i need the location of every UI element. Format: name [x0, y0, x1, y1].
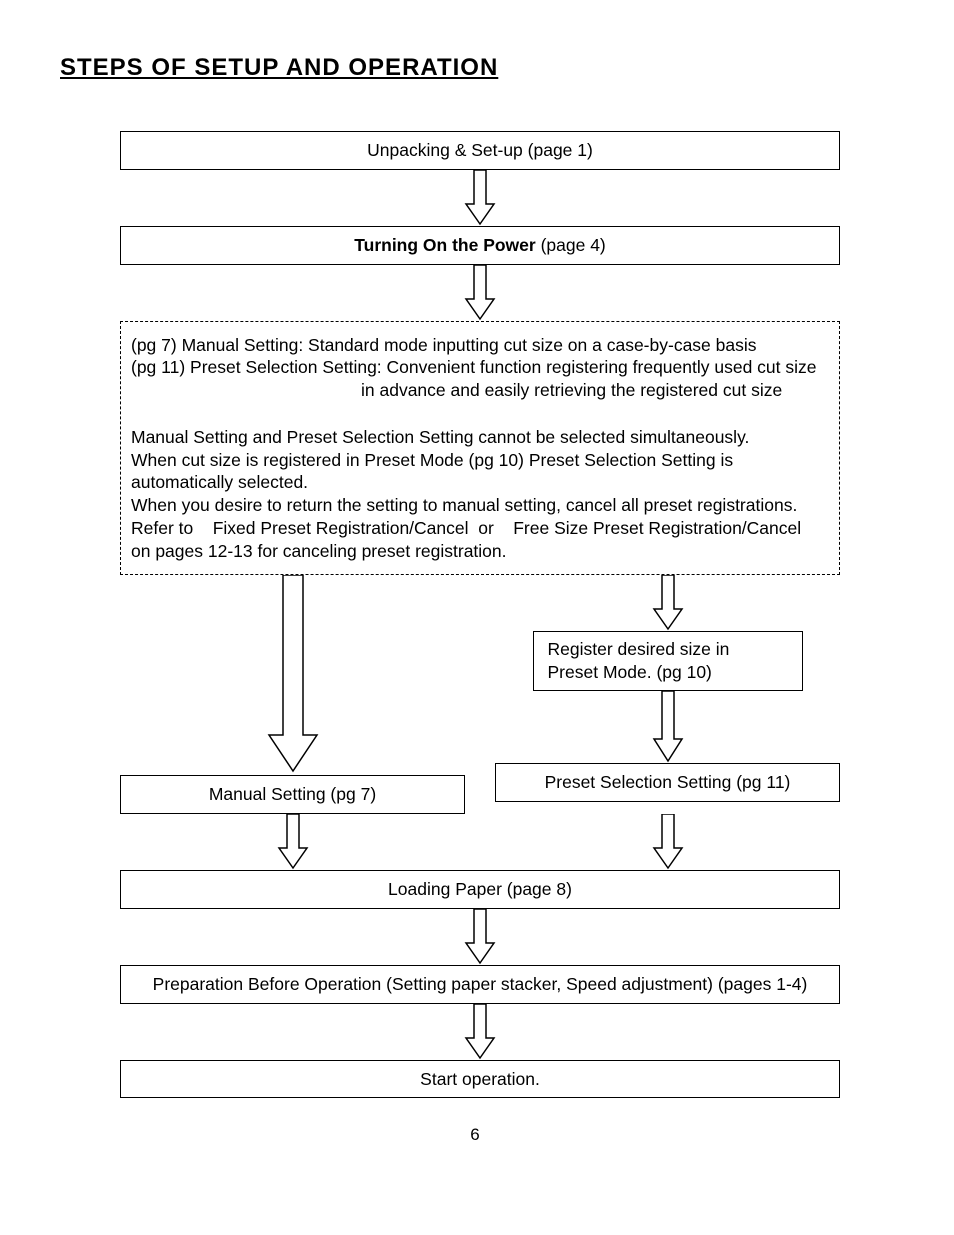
register-line2: Preset Mode. (pg 10): [548, 662, 712, 682]
box-power-bold: Turning On the Power: [354, 235, 535, 255]
branch-manual: Manual Setting (pg 7): [120, 575, 465, 814]
branch-preset: Register desired size in Preset Mode. (p…: [495, 575, 840, 814]
arrow-down-icon: [460, 265, 500, 321]
box-unpacking: Unpacking & Set-up (page 1): [120, 131, 840, 170]
txt-pg7: (pg 7): [131, 335, 177, 355]
box-preparation: Preparation Before Operation (Setting pa…: [120, 965, 840, 1004]
arrow-down-icon: [273, 814, 313, 870]
box-loading-paper: Loading Paper (page 8): [120, 870, 840, 909]
arrow-down-icon: [648, 575, 688, 631]
txt-note-2: When cut size is registered in Preset Mo…: [131, 449, 827, 495]
txt-preset-desc: Preset Selection Setting: Convenient fun…: [190, 357, 816, 377]
txt-pg11: (pg 11): [131, 357, 185, 377]
register-line1: Register desired size in: [548, 639, 730, 659]
txt-manual-desc: Manual Setting: Standard mode inputting …: [182, 335, 757, 355]
page-number: 6: [60, 1124, 890, 1146]
page-title: STEPS OF SETUP AND OPERATION: [60, 52, 890, 83]
txt-note-4: Refer to Fixed Preset Registration/Cance…: [131, 517, 827, 540]
box-start: Start operation.: [120, 1060, 840, 1099]
arrow-down-icon: [460, 170, 500, 226]
arrow-down-icon: [460, 909, 500, 965]
arrow-down-icon: [460, 1004, 500, 1060]
arrow-down-long-icon: [263, 575, 323, 775]
box-power: Turning On the Power (page 4): [120, 226, 840, 265]
box-modes-explanation: (pg 7) Manual Setting: Standard mode inp…: [120, 321, 840, 576]
arrow-down-icon: [648, 691, 688, 763]
box-preset-setting: Preset Selection Setting (pg 11): [495, 763, 840, 802]
arrow-down-icon: [648, 814, 688, 870]
box-register-preset: Register desired size in Preset Mode. (p…: [533, 631, 803, 691]
box-power-rest: (page 4): [536, 235, 606, 255]
txt-preset-desc2: in advance and easily retrieving the reg…: [131, 379, 827, 402]
txt-note-1: Manual Setting and Preset Selection Sett…: [131, 426, 827, 449]
txt-note-5: on pages 12-13 for canceling preset regi…: [131, 540, 827, 563]
flowchart: Unpacking & Set-up (page 1) Turning On t…: [120, 131, 840, 1098]
box-manual-setting: Manual Setting (pg 7): [120, 775, 465, 814]
txt-note-3: When you desire to return the setting to…: [131, 494, 827, 517]
